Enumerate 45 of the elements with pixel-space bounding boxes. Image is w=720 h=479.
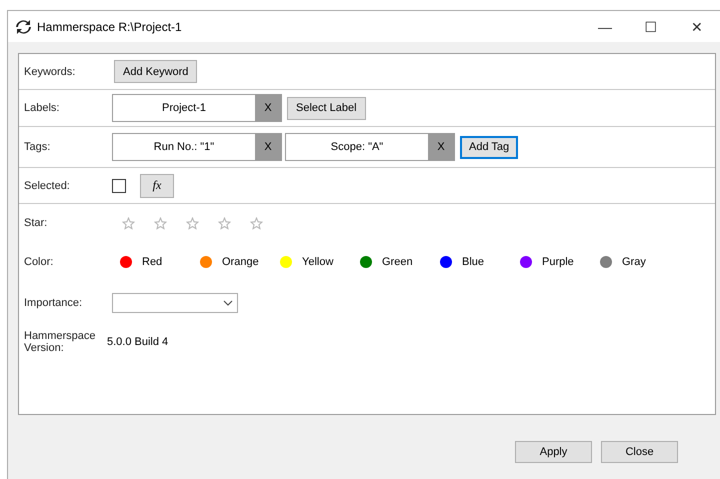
dialog-button[interactable]: Close [601, 441, 678, 463]
color-name: Yellow [302, 256, 334, 268]
star-icon[interactable] [186, 216, 198, 230]
color-dot[interactable] [600, 256, 612, 268]
color-dot[interactable] [520, 256, 532, 268]
window-control[interactable]: ☐ [628, 18, 674, 34]
dialog-button[interactable]: Apply [515, 441, 592, 463]
color-dot[interactable] [120, 256, 132, 268]
app-logo-icon [16, 20, 31, 34]
formula-button[interactable]: fx [140, 174, 174, 198]
field-label: Selected: [23, 180, 71, 192]
remove-button[interactable]: X [255, 134, 281, 160]
field-label: Keywords: [23, 66, 76, 78]
color-dot[interactable] [440, 256, 452, 268]
color-name: Red [142, 256, 164, 268]
field-label: Color: [23, 256, 54, 268]
field-label: Importance: [23, 297, 84, 309]
field-label: Hammerspace Version: [23, 330, 97, 354]
star-icon[interactable] [122, 216, 134, 230]
star-icon[interactable] [154, 216, 166, 230]
window-control[interactable]: ✕ [674, 18, 720, 34]
field-label: Labels: [23, 102, 60, 114]
color-dot[interactable] [280, 256, 292, 268]
importance-dropdown[interactable] [112, 293, 238, 313]
color-name: Gray [622, 256, 647, 268]
select-label-button[interactable]: Select Label [287, 96, 366, 120]
color-name: Orange [222, 256, 260, 268]
remove-button[interactable]: X [255, 95, 281, 121]
color-dot[interactable] [200, 256, 212, 268]
version-text: 5.0.0 Build 4 [107, 336, 168, 348]
chevron-down-icon [223, 300, 233, 306]
star-icon[interactable] [218, 216, 230, 230]
add-tag-button[interactable]: Add Tag [460, 136, 518, 158]
window-control[interactable]: — [582, 18, 628, 34]
remove-button[interactable]: X [428, 134, 454, 160]
color-dot[interactable] [360, 256, 372, 268]
color-name: Green [382, 256, 414, 268]
window-title: Hammerspace R:\Project-1 [37, 20, 183, 34]
color-name: Blue [462, 256, 486, 268]
star-icon[interactable] [250, 216, 262, 230]
field-label: Tags: [23, 141, 52, 153]
checkbox[interactable] [112, 178, 126, 192]
color-name: Purple [542, 256, 575, 268]
add-keyword-button[interactable]: Add Keyword [114, 60, 198, 83]
field-label: Star: [23, 217, 48, 229]
